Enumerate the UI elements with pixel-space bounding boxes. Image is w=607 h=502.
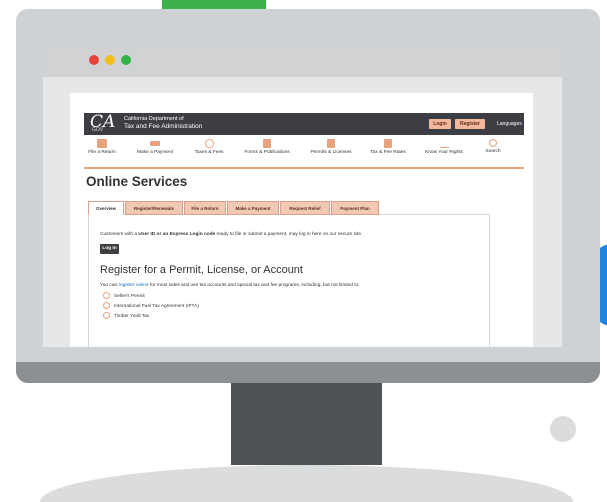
log-in-button[interactable]: Log In bbox=[100, 244, 119, 254]
register-heading: Register for a Permit, License, or Accou… bbox=[100, 264, 303, 276]
forms-icon bbox=[263, 139, 271, 148]
monitor-chin bbox=[16, 362, 600, 383]
languages-link[interactable]: Languages bbox=[497, 119, 522, 129]
nav-item-taxes-fees[interactable]: Taxes & Fees bbox=[189, 139, 229, 155]
nav-item-label: Forms & Publications bbox=[244, 150, 290, 155]
monitor-stand bbox=[231, 383, 382, 465]
header-register-button[interactable]: Register bbox=[455, 119, 485, 129]
tab-file-return[interactable]: File a Return bbox=[184, 201, 226, 215]
header-login-button[interactable]: Login bbox=[429, 119, 451, 129]
tab-register-renewals[interactable]: Register/Renewals bbox=[125, 201, 183, 215]
register-intro-prefix: You can bbox=[100, 283, 119, 288]
option-timber-yield-tax[interactable]: Timber Yield Tax bbox=[103, 312, 149, 319]
tab-request-relief[interactable]: Request Relief bbox=[280, 201, 330, 215]
minimize-window-button[interactable] bbox=[105, 55, 115, 65]
site-header: CA GOV California Department of Tax and … bbox=[84, 112, 524, 135]
logo-subtext: GOV bbox=[92, 127, 104, 133]
decorative-grey-dot bbox=[550, 416, 576, 442]
main-nav: File a Return Make a Payment Taxes & Fee… bbox=[84, 137, 524, 169]
nav-item-search[interactable]: Search bbox=[480, 139, 506, 154]
option-sellers-permit[interactable]: Seller's Permit bbox=[103, 292, 145, 299]
register-intro-text: You can register online for most sales a… bbox=[100, 283, 360, 288]
nav-item-label: Search bbox=[485, 149, 501, 154]
register-online-link[interactable]: register online bbox=[119, 283, 149, 288]
nav-item-permits-licenses[interactable]: Permits & Licenses bbox=[306, 139, 356, 155]
chart-icon bbox=[204, 139, 214, 148]
maximize-window-button[interactable] bbox=[121, 55, 131, 65]
radio-icon bbox=[103, 312, 110, 319]
rates-icon bbox=[384, 139, 392, 148]
option-label: Seller's Permit bbox=[114, 293, 145, 299]
nav-item-tax-fee-rates[interactable]: Tax & Fee Rates bbox=[365, 139, 411, 155]
agency-line-1: California Department of bbox=[124, 116, 184, 122]
intro-suffix: ready to file or submit a payment, may l… bbox=[215, 232, 363, 237]
payment-icon bbox=[150, 141, 160, 146]
nav-item-label: File a Return bbox=[88, 150, 116, 155]
tab-overview[interactable]: Overview bbox=[88, 201, 124, 215]
login-intro-text: Customers with a User ID or an Express L… bbox=[100, 232, 362, 237]
close-window-button[interactable] bbox=[89, 55, 99, 65]
option-label: International Fuel Tax Agreement (IFTA) bbox=[114, 303, 199, 309]
radio-icon bbox=[103, 302, 110, 309]
option-label: Timber Yield Tax bbox=[114, 313, 150, 319]
option-ifta[interactable]: International Fuel Tax Agreement (IFTA) bbox=[103, 302, 199, 309]
tab-make-payment[interactable]: Make a Payment bbox=[227, 201, 279, 215]
nav-item-label: Know Your Rights bbox=[425, 150, 463, 155]
register-intro-suffix: for most sales and use tax accounts and … bbox=[148, 283, 360, 288]
ca-gov-logo[interactable]: CA GOV bbox=[88, 112, 116, 133]
intro-prefix: Customers with a bbox=[100, 232, 139, 237]
nav-item-know-your-rights[interactable]: Know Your Rights bbox=[420, 139, 468, 155]
nav-item-label: Permits & Licenses bbox=[310, 150, 352, 155]
nav-item-file-return[interactable]: File a Return bbox=[84, 139, 120, 155]
radio-icon bbox=[103, 292, 110, 299]
intro-bold: User ID or an Express Login code bbox=[138, 232, 216, 237]
browser-viewport: CA GOV California Department of Tax and … bbox=[70, 93, 533, 347]
agency-line-2: Tax and Fee Administration bbox=[124, 123, 203, 130]
file-icon bbox=[97, 139, 107, 148]
nav-item-label: Tax & Fee Rates bbox=[370, 150, 406, 155]
page-title: Online Services bbox=[86, 174, 188, 189]
tab-payment-plan[interactable]: Payment Plan bbox=[331, 201, 379, 215]
nav-item-label: Make a Payment bbox=[137, 150, 173, 155]
agency-name: California Department of Tax and Fee Adm… bbox=[124, 116, 202, 130]
monitor-base bbox=[40, 465, 573, 502]
permit-icon bbox=[327, 139, 335, 148]
nav-item-forms-publications[interactable]: Forms & Publications bbox=[238, 139, 296, 155]
nav-item-label: Taxes & Fees bbox=[194, 150, 224, 155]
search-icon bbox=[489, 139, 497, 147]
nav-item-make-payment[interactable]: Make a Payment bbox=[132, 139, 178, 155]
scales-icon bbox=[439, 139, 449, 148]
